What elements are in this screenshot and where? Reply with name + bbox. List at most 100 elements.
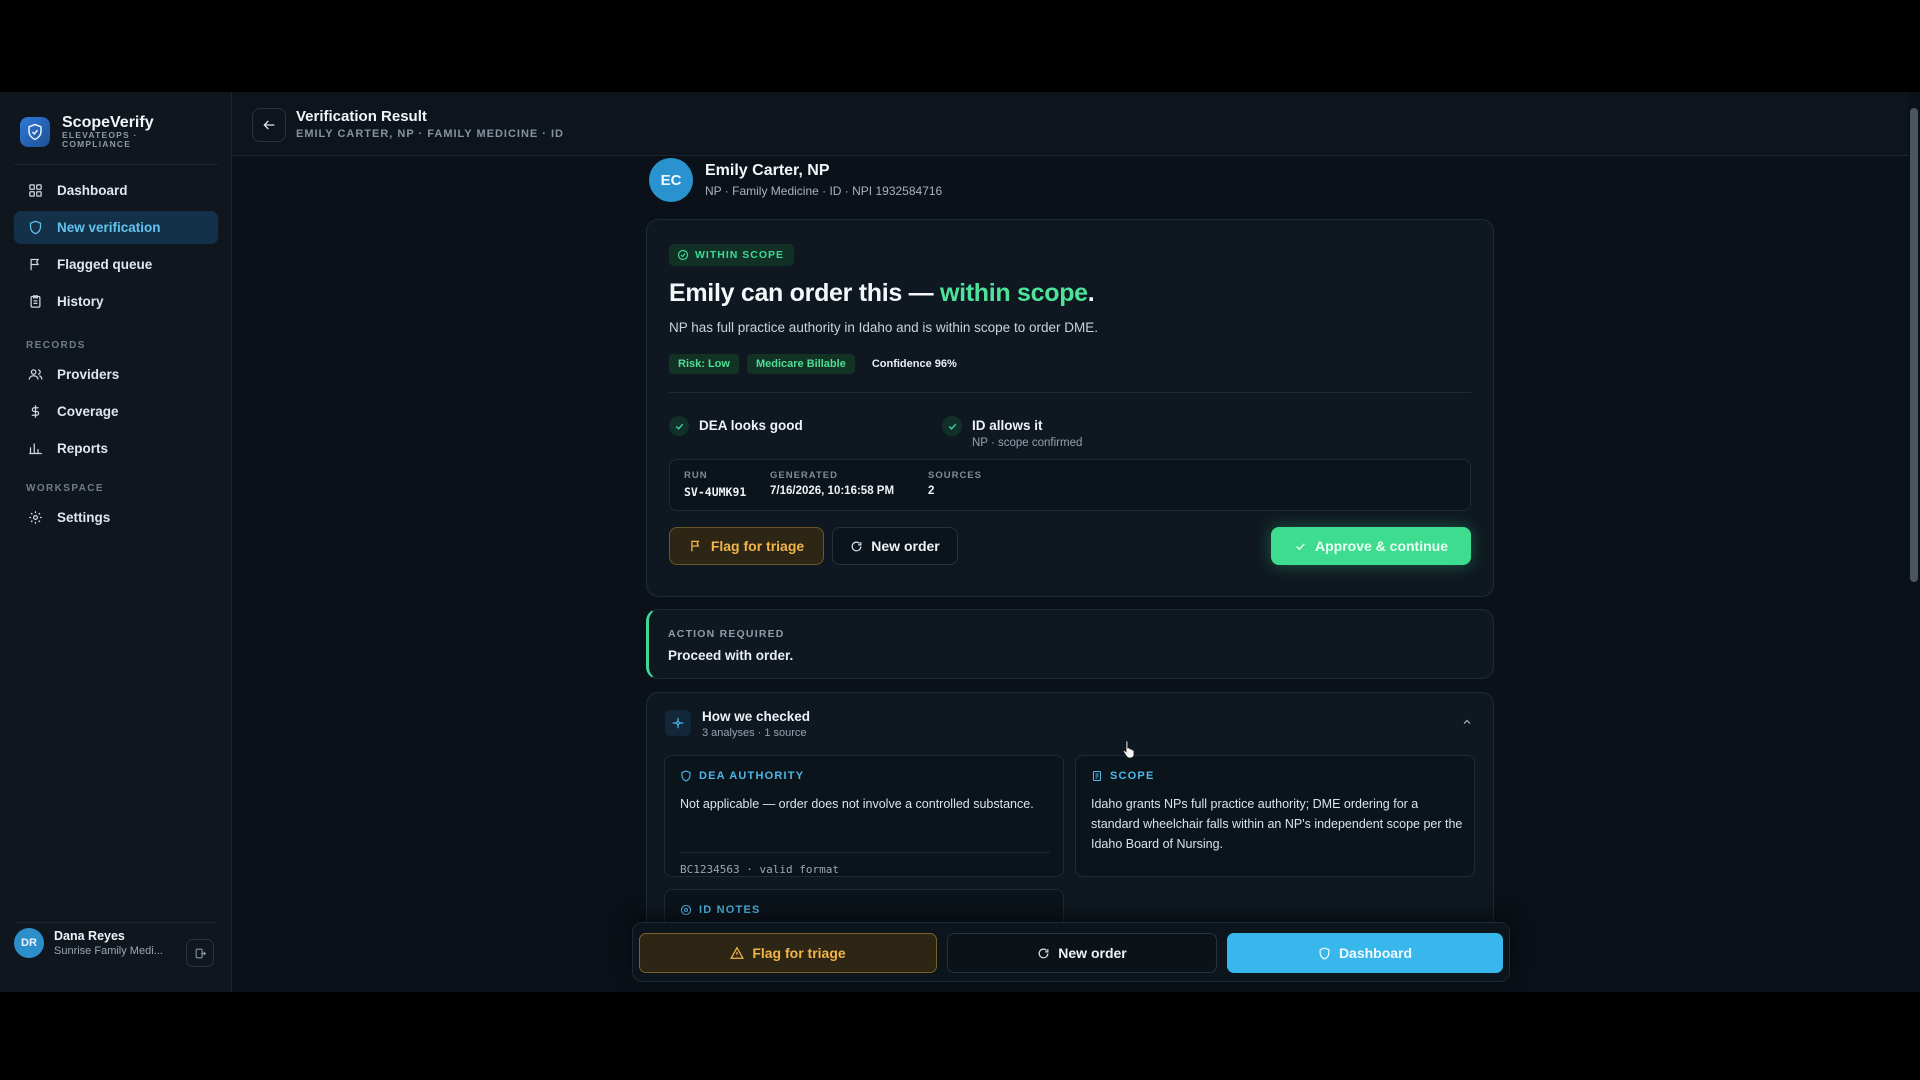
action-required-text: Proceed with order. <box>668 648 794 663</box>
bottom-flag-for-triage-button[interactable]: Flag for triage <box>639 933 937 973</box>
sidebar-item-reports[interactable]: Reports <box>14 432 218 465</box>
button-label: New order <box>1058 945 1127 961</box>
provider-name: Emily Carter, NP <box>705 162 830 179</box>
pointer-cursor-icon <box>1122 740 1136 763</box>
scrollbar-thumb[interactable] <box>1910 108 1918 582</box>
grid-icon <box>29 184 42 197</box>
sidebar-item-flagged-queue[interactable]: Flagged queue <box>14 248 218 281</box>
risk-chip: Risk: Low <box>669 354 739 374</box>
bottom-dashboard-button[interactable]: Dashboard <box>1227 933 1503 973</box>
back-button[interactable] <box>252 108 286 142</box>
user-profile[interactable]: DR Dana Reyes Sunrise Family Medi... <box>14 928 170 958</box>
gear-icon <box>29 511 42 524</box>
sidebar-item-history[interactable]: History <box>14 285 218 318</box>
avatar: DR <box>14 928 44 958</box>
dea-authority-panel: DEA AUTHORITY Not applicable — order doe… <box>664 755 1064 877</box>
bar-chart-icon <box>29 443 42 455</box>
sidebar-item-label: New verification <box>57 220 161 235</box>
approve-continue-button[interactable]: Approve & continue <box>1271 527 1471 565</box>
result-chips: Risk: Low Medicare Billable Confidence 9… <box>669 354 966 374</box>
how-we-checked-card: How we checked 3 analyses · 1 source DEA… <box>646 692 1494 952</box>
sidebar-item-new-verification[interactable]: New verification <box>14 211 218 244</box>
sidebar-item-settings[interactable]: Settings <box>14 501 218 534</box>
arrow-left-icon <box>263 120 275 130</box>
user-name: Dana Reyes <box>54 929 125 943</box>
how-we-checked-subtitle: 3 analyses · 1 source <box>702 727 807 739</box>
brand-name: ScopeVerify <box>62 114 154 131</box>
document-icon <box>1092 770 1102 782</box>
new-order-button[interactable]: New order <box>832 527 958 565</box>
shield-logo-icon <box>20 116 50 147</box>
users-icon <box>28 369 43 380</box>
button-label: Flag for triage <box>752 945 846 961</box>
refresh-icon <box>851 541 862 551</box>
action-required-label: ACTION REQUIRED <box>668 628 785 640</box>
sign-out-icon <box>195 948 206 958</box>
status-badge-label: WITHIN SCOPE <box>695 249 785 261</box>
panel-footnote: BC1234563 · valid format <box>680 852 1050 876</box>
status-badge: WITHIN SCOPE <box>669 244 795 266</box>
flag-for-triage-button[interactable]: Flag for triage <box>669 527 824 565</box>
meta-run: RUN SV-4UMK91 <box>684 470 746 499</box>
panel-heading: ID NOTES <box>680 904 761 916</box>
bottom-action-bar: Flag for triage New order Dashboard <box>632 922 1510 982</box>
check-icon <box>669 416 689 436</box>
sidebar-item-label: History <box>57 294 104 309</box>
button-label: New order <box>871 538 940 554</box>
check-id: ID allows it NP · scope confirmed <box>942 416 1082 449</box>
sidebar-item-coverage[interactable]: Coverage <box>14 395 218 428</box>
sidebar-item-label: Flagged queue <box>57 257 153 272</box>
check-icon <box>1296 542 1305 550</box>
result-summary: NP has full practice authority in Idaho … <box>669 320 1098 335</box>
sidebar-item-label: Reports <box>57 441 109 456</box>
sidebar-item-providers[interactable]: Providers <box>14 358 218 391</box>
flag-icon <box>30 258 40 271</box>
check-subtitle: NP · scope confirmed <box>972 437 1083 449</box>
meta-generated: GENERATED 7/16/2026, 10:16:58 PM <box>770 470 894 497</box>
sidebar-item-label: Dashboard <box>57 183 128 198</box>
shield-icon <box>1319 946 1330 960</box>
sidebar-item-label: Settings <box>57 510 111 525</box>
records-nav: Providers Coverage Reports <box>14 358 218 469</box>
meta-sources: SOURCES 2 <box>928 470 982 497</box>
page-title: Verification Result <box>296 108 427 125</box>
confidence-label: Confidence 96% <box>871 358 957 370</box>
section-label-records: RECORDS <box>26 340 86 351</box>
sign-out-button[interactable] <box>186 939 214 967</box>
chevron-up-icon[interactable] <box>1461 715 1473 733</box>
how-we-checked-title: How we checked <box>702 709 811 724</box>
sidebar-item-label: Coverage <box>57 404 119 419</box>
meta-key: SOURCES <box>928 470 982 481</box>
sparkle-icon <box>665 710 691 736</box>
shield-icon <box>681 770 691 782</box>
panel-heading-label: SCOPE <box>1110 770 1155 782</box>
action-required-card: ACTION REQUIRED Proceed with order. <box>646 609 1494 679</box>
headline-suffix: . <box>1087 279 1095 307</box>
panel-heading-label: ID NOTES <box>699 904 761 916</box>
clipboard-icon <box>30 295 41 308</box>
check-title: DEA looks good <box>699 418 803 433</box>
page-header: Verification Result EMILY CARTER, NP · F… <box>232 92 1910 156</box>
check-dea: DEA looks good <box>669 416 803 436</box>
result-card: WITHIN SCOPE Emily can order this — with… <box>646 219 1494 597</box>
headline-highlight: within scope <box>939 279 1088 307</box>
brand[interactable]: ScopeVerify ELEVATEOPS · COMPLIANCE <box>20 114 154 149</box>
warning-icon <box>730 946 745 959</box>
provider-avatar: EC <box>649 158 693 202</box>
refresh-icon <box>1038 948 1049 958</box>
workspace-nav: Settings <box>14 501 218 538</box>
sidebar-item-label: Providers <box>57 367 120 382</box>
bottom-new-order-button[interactable]: New order <box>947 933 1217 973</box>
billing-chip: Medicare Billable <box>746 354 855 374</box>
check-circle-icon <box>677 249 689 261</box>
sidebar-item-dashboard[interactable]: Dashboard <box>14 174 218 207</box>
sidebar-divider <box>14 164 218 165</box>
section-label-workspace: WORKSPACE <box>26 483 104 494</box>
panel-body: Not applicable — order does not involve … <box>680 797 1034 811</box>
user-org: Sunrise Family Medi... <box>54 945 163 957</box>
result-headline: Emily can order this — within scope. <box>669 279 1095 308</box>
brand-subtitle: ELEVATEOPS · COMPLIANCE <box>62 130 138 149</box>
check-title: ID allows it <box>972 418 1043 433</box>
shield-icon <box>29 220 42 235</box>
panel-heading: SCOPE <box>1091 770 1155 782</box>
